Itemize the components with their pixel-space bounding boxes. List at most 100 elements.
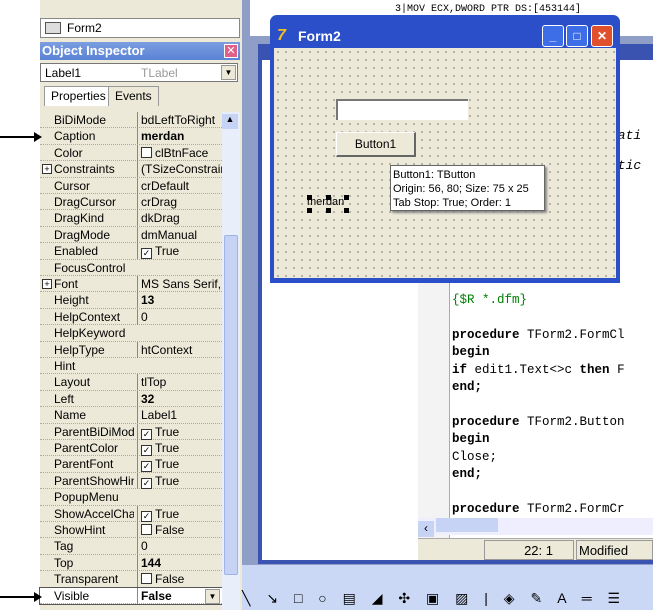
property-value[interactable]: dkDrag [137,210,222,227]
maximize-button[interactable]: □ [566,25,588,47]
property-row-tag[interactable]: Tag 0 [40,538,222,555]
form-design-surface[interactable] [274,48,616,278]
property-value-text: True [155,244,180,259]
checkbox[interactable]: ✓ [141,510,152,522]
property-row-parentcolor[interactable]: ParentColor ✓ True [40,440,222,457]
property-value[interactable]: False [137,522,222,538]
property-row-dragcursor[interactable]: DragCursor crDrag [40,194,222,211]
property-value[interactable]: crDrag [137,194,222,210]
minimize-button[interactable]: _ [542,25,564,47]
property-name: Caption [54,129,96,144]
checkbox[interactable]: ✓ [141,445,152,456]
property-value-text: True [155,441,180,455]
property-value[interactable]: ✓ True [137,440,222,456]
property-row-dragkind[interactable]: DragKind dkDrag [40,210,222,227]
checkbox[interactable]: ✓ [141,248,152,260]
expand-icon[interactable]: + [42,164,52,175]
hint-line: Button1: TButton [393,169,476,181]
property-row-helpkeyword[interactable]: HelpKeyword [40,325,222,342]
scrollbar-thumb[interactable] [436,518,498,532]
property-value[interactable]: False [137,571,222,588]
property-name: ParentBiDiMode [54,424,134,439]
property-value[interactable]: clBtnFace [137,144,222,161]
close-button[interactable]: ✕ [591,25,613,47]
property-row-helpcontext[interactable]: HelpContext 0 [40,308,222,326]
property-row-cursor[interactable]: Cursor crDefault [40,177,222,194]
property-value[interactable]: htContext [137,341,222,358]
tree-item-form2[interactable]: Form2 [40,18,240,38]
property-row-showhint[interactable]: ShowHint False [40,522,222,539]
property-row-parentshowhint[interactable]: ParentShowHint ✓ True [40,472,222,490]
property-value[interactable]: ✓ True [137,505,222,522]
property-value[interactable]: (TSizeConstrain [137,161,222,178]
property-value[interactable]: 13 [137,292,222,309]
checkbox[interactable] [141,524,152,535]
property-row-visible[interactable]: Visible False ▼ [39,586,223,606]
code-line: Close; [452,449,498,464]
property-row-bidimode[interactable]: BiDiMode bdLeftToRight [40,112,222,129]
property-value[interactable]: ✓ True [137,472,222,489]
checkbox[interactable]: ✓ [141,461,152,473]
property-name: Constraints [54,162,115,177]
property-value[interactable]: 0 [137,538,222,555]
property-row-parentfont[interactable]: ParentFont ✓ True [40,456,222,473]
code-text[interactable]: {$R *.dfm} procedure TForm2.FormCl begin if… [452,292,625,518]
expand-icon[interactable]: + [42,279,52,289]
property-value-text: crDefault [141,178,190,193]
property-value[interactable]: crDefault [137,177,222,194]
property-value[interactable]: MS Sans Serif, 8 [137,276,222,292]
property-row-left[interactable]: Left 32 [40,390,222,408]
checkbox[interactable] [141,573,152,585]
property-value[interactable]: 144 [137,554,222,571]
scroll-left-icon[interactable]: ‹ [418,521,434,537]
property-row-font[interactable]: +Font MS Sans Serif, 8 [40,276,222,293]
property-value[interactable]: dmManual [137,226,222,243]
chevron-down-icon[interactable]: ▼ [205,588,220,604]
property-row-height[interactable]: Height 13 [40,292,222,309]
property-row-parentbidimode[interactable]: ParentBiDiMode ✓ True [40,423,222,440]
checkbox[interactable]: ✓ [141,428,152,440]
checkbox[interactable]: ✓ [141,477,152,489]
property-value[interactable]: Label1 [137,407,222,424]
property-value[interactable]: ✓ True [137,243,222,260]
property-value-text: (TSizeConstrain [141,162,222,177]
property-row-color[interactable]: Color clBtnFace [40,144,222,162]
component-selector[interactable]: Label1 TLabel ▼ [40,63,238,82]
property-row-focuscontrol[interactable]: FocusControl [40,260,222,276]
property-row-layout[interactable]: Layout tlTop [40,374,222,391]
property-name: ParentFont [54,457,114,472]
property-row-top[interactable]: Top 144 [40,554,222,572]
scroll-up-icon[interactable]: ▲ [222,114,238,129]
selection-handles[interactable] [307,195,349,213]
tab-events[interactable]: Events [108,86,159,106]
property-row-hint[interactable]: Hint [40,358,222,375]
property-row-showaccelchar[interactable]: ShowAccelChar ✓ True [40,505,222,522]
property-value[interactable]: 0 [137,308,222,325]
tab-properties[interactable]: Properties [44,86,113,106]
scrollbar-thumb[interactable] [224,235,238,575]
edit1-input[interactable] [336,99,468,120]
property-row-constraints[interactable]: + Constraints (TSizeConstrain [40,161,222,178]
property-value[interactable]: ✓ True [137,423,222,440]
property-row-enabled[interactable]: Enabled ✓ True [40,243,222,260]
property-name: DragKind [54,211,105,226]
chevron-down-icon[interactable]: ▼ [221,65,236,80]
close-icon[interactable]: ✕ [224,44,238,58]
property-value-text: 144 [141,555,162,570]
property-row-popupmenu[interactable]: PopupMenu [40,489,222,506]
property-value[interactable]: ✓ True [137,456,222,473]
property-row-name[interactable]: Name Label1 [40,407,222,424]
property-row-dragmode[interactable]: DragMode dmManual [40,226,222,244]
property-name: Cursor [54,178,91,193]
property-row-caption[interactable]: Caption merdan [40,128,222,145]
property-value[interactable]: bdLeftToRight [137,112,222,128]
drawing-toolbar: ╲ ↘ □ ○ ▤ ◢ ✣ ▣ ▨ | ◈ ✎ A ═ ☰ [242,565,653,610]
property-row-transparent[interactable]: Transparent False [40,571,222,588]
horizontal-scrollbar[interactable]: ‹ [418,518,653,537]
property-value[interactable]: tlTop [137,374,222,391]
property-row-helptype[interactable]: HelpType htContext [40,341,222,358]
delphi-icon: 7 [277,27,286,44]
property-value[interactable]: merdan [137,128,222,145]
button1[interactable]: Button1 [336,132,416,157]
property-value[interactable]: 32 [137,390,222,407]
